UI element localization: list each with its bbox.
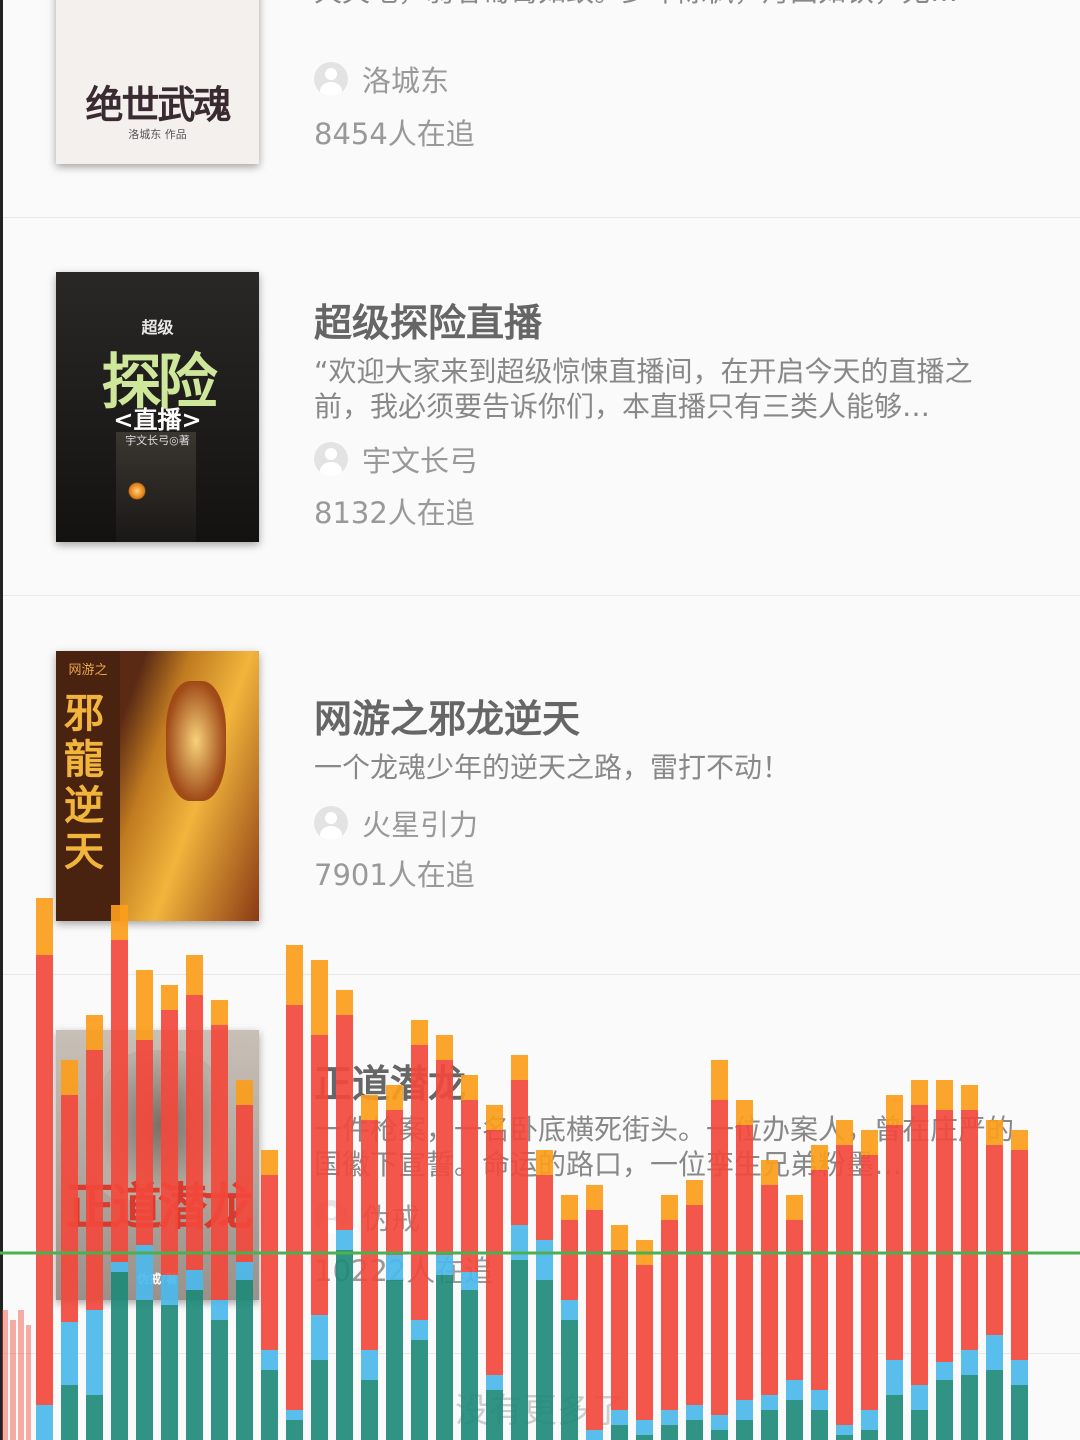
author-name: 洛城东 bbox=[362, 64, 450, 98]
cover-tag: <直播> bbox=[113, 405, 202, 434]
book-list: 绝世武魂 洛城东 作品 天灭地，弱者匍匐如蚁。少年陈枫，丹田如铁，无… 洛城东 … bbox=[0, 0, 1080, 1440]
cover-title: 邪龍逆天 bbox=[64, 690, 104, 875]
follower-count: 7901人在追 bbox=[314, 858, 475, 892]
user-icon bbox=[314, 1200, 348, 1234]
book-cover[interactable]: 网游之 邪龍逆天 bbox=[56, 651, 259, 921]
book-title[interactable]: 正道潜龙 bbox=[314, 1053, 466, 1108]
follower-count: 8454人在追 bbox=[314, 117, 475, 151]
follower-count: 8132人在追 bbox=[314, 496, 475, 530]
author-row: 火星引力 bbox=[314, 802, 478, 844]
user-icon bbox=[314, 442, 348, 476]
book-item[interactable]: 正道潜龙 伪戒/著 正道潜龙 一件枪案，一名卧底横死街头。一位办案人，曾在庄严的… bbox=[3, 975, 1080, 1354]
user-icon bbox=[314, 62, 348, 96]
book-cover[interactable]: 超级 探险 <直播> 宇文长弓◎著 bbox=[56, 272, 259, 542]
book-description: 天灭地，弱者匍匐如蚁。少年陈枫，丹田如铁，无… bbox=[314, 0, 1014, 9]
author-name: 宇文长弓 bbox=[362, 444, 479, 478]
cover-small-title: 网游之 bbox=[68, 663, 108, 678]
book-description: 一个龙魂少年的逆天之路，雷打不动！ bbox=[314, 751, 791, 784]
no-more-text: 没有更多了 bbox=[455, 1391, 625, 1431]
book-item[interactable]: 网游之 邪龍逆天 网游之邪龙逆天 一个龙魂少年的逆天之路，雷打不动！ 火星引力 … bbox=[3, 596, 1080, 975]
author-name: 伪戒 bbox=[362, 1202, 421, 1236]
book-item[interactable]: 超级 探险 <直播> 宇文长弓◎著 超级探险直播 “欢迎大家来到超级惊悚直播间，… bbox=[3, 217, 1080, 596]
book-cover[interactable]: 绝世武魂 洛城东 作品 bbox=[56, 0, 259, 164]
cover-author: 宇文长弓◎著 bbox=[125, 434, 190, 447]
author-row: 洛城东 bbox=[314, 58, 449, 100]
cover-author: 伪戒/著 bbox=[137, 1272, 178, 1286]
cover-title: 正道潜龙 bbox=[65, 1177, 254, 1236]
book-title[interactable]: 网游之邪龙逆天 bbox=[314, 688, 580, 743]
author-row: 伪戒 bbox=[314, 1196, 420, 1238]
book-description: 一件枪案，一名卧底横死街头。一位办案人，曾在庄严的国徽下宣誓。命运的路口，一位孪… bbox=[314, 1113, 1014, 1181]
user-icon bbox=[314, 806, 348, 840]
book-description: “欢迎大家来到超级惊悚直播间，在开启今天的直播之前，我必须要告诉你们，本直播只有… bbox=[314, 355, 973, 423]
book-item[interactable]: 绝世武魂 洛城东 作品 天灭地，弱者匍匐如蚁。少年陈枫，丹田如铁，无… 洛城东 … bbox=[3, 0, 1080, 218]
author-row: 宇文长弓 bbox=[314, 438, 478, 480]
cover-author: 洛城东 作品 bbox=[128, 128, 187, 141]
follower-count: 10222人在追 bbox=[314, 1254, 494, 1288]
author-name: 火星引力 bbox=[362, 808, 479, 842]
cover-title: 绝世武魂 bbox=[85, 82, 231, 127]
book-title[interactable]: 超级探险直播 bbox=[314, 292, 542, 347]
book-cover[interactable]: 正道潜龙 伪戒/著 bbox=[56, 1030, 259, 1300]
